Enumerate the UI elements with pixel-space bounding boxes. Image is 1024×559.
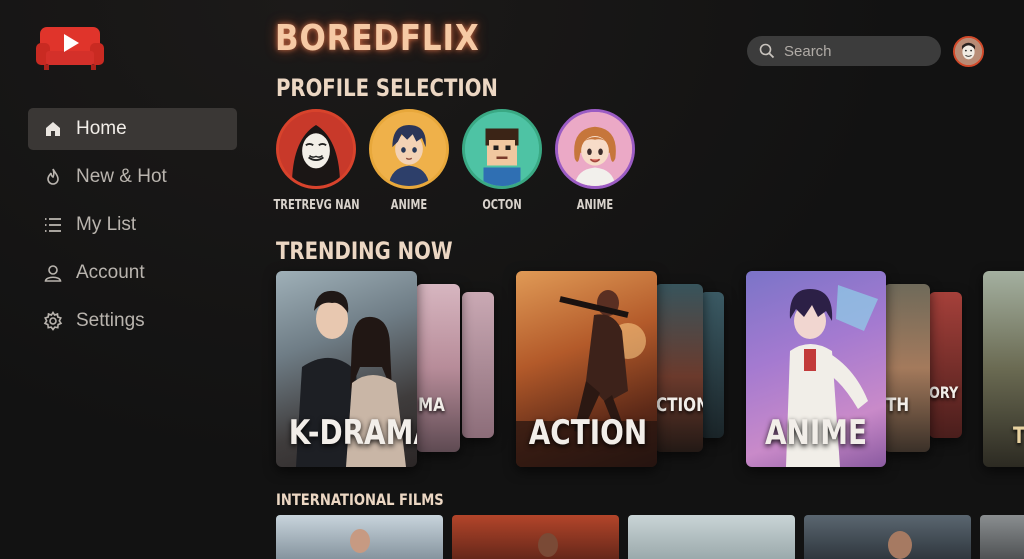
film-thumbnail[interactable] bbox=[452, 515, 619, 559]
user-icon bbox=[42, 262, 64, 284]
account-avatar[interactable] bbox=[953, 36, 984, 67]
genre-card-anime[interactable]: ANIME bbox=[746, 271, 886, 467]
genre-card-action[interactable]: ACTION bbox=[516, 271, 657, 467]
profile-3[interactable]: OCTON bbox=[452, 109, 552, 213]
couch-play-icon bbox=[36, 27, 104, 70]
card-label: ACTION bbox=[528, 413, 648, 453]
gear-icon bbox=[42, 310, 64, 332]
card-partial-label: MA bbox=[418, 394, 445, 416]
genre-card-stack[interactable]: TH bbox=[884, 284, 930, 452]
search-icon bbox=[759, 43, 775, 59]
profile-1[interactable]: TRETREVG NAN bbox=[266, 109, 366, 213]
sidebar-item-label: Settings bbox=[76, 310, 145, 331]
international-section-title: INTERNATIONAL FILMS bbox=[276, 490, 444, 509]
sidebar-item-label: New & Hot bbox=[76, 166, 167, 187]
sidebar-item-new-hot[interactable]: New & Hot bbox=[28, 156, 237, 198]
profile-avatar[interactable] bbox=[555, 109, 635, 189]
profile-name: ANIME bbox=[390, 198, 428, 213]
film-thumbnail[interactable] bbox=[980, 515, 1024, 559]
film-thumbnail[interactable] bbox=[628, 515, 795, 559]
film-thumbnail[interactable] bbox=[276, 515, 443, 559]
card-label: ANIME bbox=[764, 413, 868, 453]
search-input[interactable] bbox=[784, 42, 924, 60]
list-icon bbox=[42, 214, 64, 236]
profile-4[interactable]: ANIME bbox=[545, 109, 645, 213]
genre-card-stack[interactable] bbox=[462, 292, 494, 438]
card-partial-label: T bbox=[1013, 424, 1024, 449]
poster-art bbox=[350, 529, 370, 553]
profile-avatar[interactable] bbox=[369, 109, 449, 189]
profile-name: ANIME bbox=[576, 198, 614, 213]
genre-card-stack[interactable]: CTION bbox=[655, 284, 703, 452]
poster-art bbox=[888, 531, 912, 559]
card-partial-label: TH bbox=[886, 394, 910, 416]
profile-2[interactable]: ANIME bbox=[359, 109, 459, 213]
brand-title: BOREDFLIX bbox=[275, 18, 480, 59]
card-partial-label: ORY bbox=[929, 383, 959, 402]
genre-card-stack[interactable]: MA bbox=[416, 284, 460, 452]
genre-card-stack[interactable] bbox=[700, 292, 724, 438]
sidebar-item-label: Account bbox=[76, 262, 145, 283]
poster-art bbox=[538, 533, 558, 557]
genre-card-stack[interactable]: ORY bbox=[929, 292, 962, 438]
sidebar-item-label: Home bbox=[76, 118, 127, 139]
sidebar-item-settings[interactable]: Settings bbox=[28, 300, 237, 342]
sidebar-item-account[interactable]: Account bbox=[28, 252, 237, 294]
flame-icon bbox=[42, 166, 64, 188]
sidebar-item-home[interactable]: Home bbox=[28, 108, 237, 150]
profile-name: TRETREVG NAN bbox=[273, 198, 360, 213]
trending-section-title: TRENDING NOW bbox=[276, 237, 453, 265]
sidebar-nav: Home New & Hot My List Account Settings bbox=[28, 108, 237, 348]
genre-card-partial[interactable]: T bbox=[983, 271, 1024, 467]
card-partial-label: CTION bbox=[656, 394, 703, 416]
film-thumbnail[interactable] bbox=[804, 515, 971, 559]
home-icon bbox=[42, 118, 64, 140]
sidebar-item-label: My List bbox=[76, 214, 137, 235]
profile-avatar[interactable] bbox=[462, 109, 542, 189]
app-logo[interactable] bbox=[36, 25, 104, 71]
card-label: K-DRAMA bbox=[288, 413, 417, 453]
profile-name: OCTON bbox=[482, 198, 522, 213]
profile-avatar[interactable] bbox=[276, 109, 356, 189]
search-bar[interactable] bbox=[747, 36, 941, 66]
profile-section-title: PROFILE SELECTION bbox=[276, 74, 498, 102]
genre-card-kdrama[interactable]: K-DRAMA bbox=[276, 271, 417, 467]
sidebar-item-my-list[interactable]: My List bbox=[28, 204, 237, 246]
